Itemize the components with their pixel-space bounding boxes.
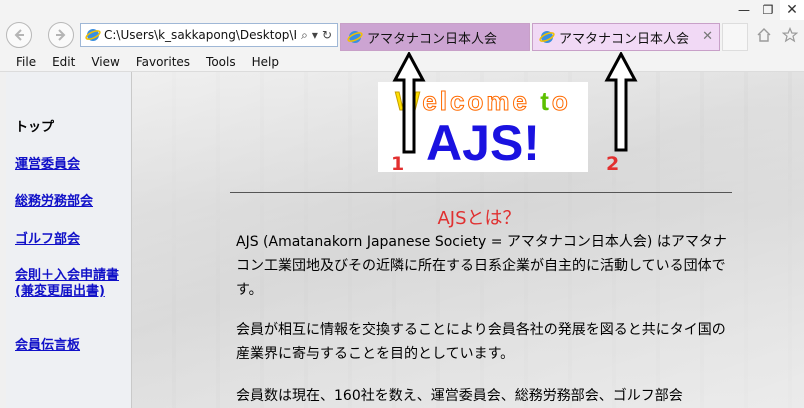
back-button[interactable] [6,22,32,48]
tab-2-label: アマタナコン日本人会 [559,31,690,47]
annotation-number-1: 1 [391,153,405,175]
menu-file[interactable]: File [0,55,44,69]
sidebar-item-steering-committee[interactable]: 運営委員会 [15,157,80,173]
ie-icon [539,31,555,43]
favorites-star-icon[interactable] [782,27,798,43]
menu-favorites[interactable]: Favorites [128,55,198,69]
tab-1-label: アマタナコン日本人会 [367,31,498,47]
divider [230,192,732,193]
refresh-icon[interactable]: ↻ [322,28,332,43]
article-paragraph-3: 会員数は現在、160社を数え、運営委員会、総務労務部会、ゴルフ部会 [236,388,683,404]
back-arrow-icon [14,29,24,41]
restore-button[interactable]: ❐ [756,0,780,20]
ie-icon [347,31,363,43]
sidebar-item-rules-application[interactable]: 会則＋入会申請書(兼変更届出書) [15,268,119,300]
address-bar[interactable]: C:\Users\k_sakkapong\Desktop\H ⌕ ▾ ↻ [80,23,338,47]
forward-button[interactable] [48,22,74,48]
annotation-arrow-1-icon [392,52,426,154]
home-icon[interactable] [756,27,772,43]
window-controls: — ❐ ✕ [732,0,804,20]
toolbar-right-icons [756,27,798,43]
menu-edit[interactable]: Edit [44,55,83,69]
tab-2[interactable]: アマタナコン日本人会 ✕ [532,23,720,51]
annotation-arrow-2-icon [604,52,638,152]
article-paragraph-2: 会員が相互に情報を交換することにより会員各社の発展を図ると共にタイ国の産業界に寄… [236,322,726,362]
menu-help[interactable]: Help [244,55,287,69]
page-icon [85,29,101,41]
menu-tools[interactable]: Tools [198,55,244,69]
sidebar-item-golf[interactable]: ゴルフ部会 [15,232,80,248]
new-tab-button[interactable] [722,23,748,51]
tab-1[interactable]: アマタナコン日本人会 [340,23,530,51]
sidebar-item-top: トップ [15,120,55,135]
close-tab-icon[interactable]: ✕ [702,29,713,44]
main-area: Welcome to AJS! AJSとは？ AJS (Amatanakorn … [132,72,804,408]
annotation-number-2: 2 [606,153,620,175]
article-heading: AJSとは？ [437,208,521,229]
sidebar-item-message-board[interactable]: 会員伝言板 [15,338,80,354]
browser-toolbar: — ❐ ✕ C:\Users\k_sakkapong\Desktop\H ⌕ ▾… [0,0,804,52]
address-input[interactable]: C:\Users\k_sakkapong\Desktop\H [104,28,296,42]
article-paragraph-1: AJS (Amatanakorn Japanese Society = アマタナ… [236,234,727,298]
menu-view[interactable]: View [83,55,127,69]
sidebar: トップ 運営委員会 総務労務部会 ゴルフ部会 会則＋入会申請書(兼変更届出書) … [6,72,132,408]
minimize-button[interactable]: — [732,0,756,20]
sidebar-item-general-affairs[interactable]: 総務労務部会 [15,194,93,210]
search-icon[interactable]: ⌕ [301,28,308,43]
dropdown-icon[interactable]: ▾ [312,28,318,43]
close-window-button[interactable]: ✕ [780,0,804,20]
forward-arrow-icon [56,29,66,41]
